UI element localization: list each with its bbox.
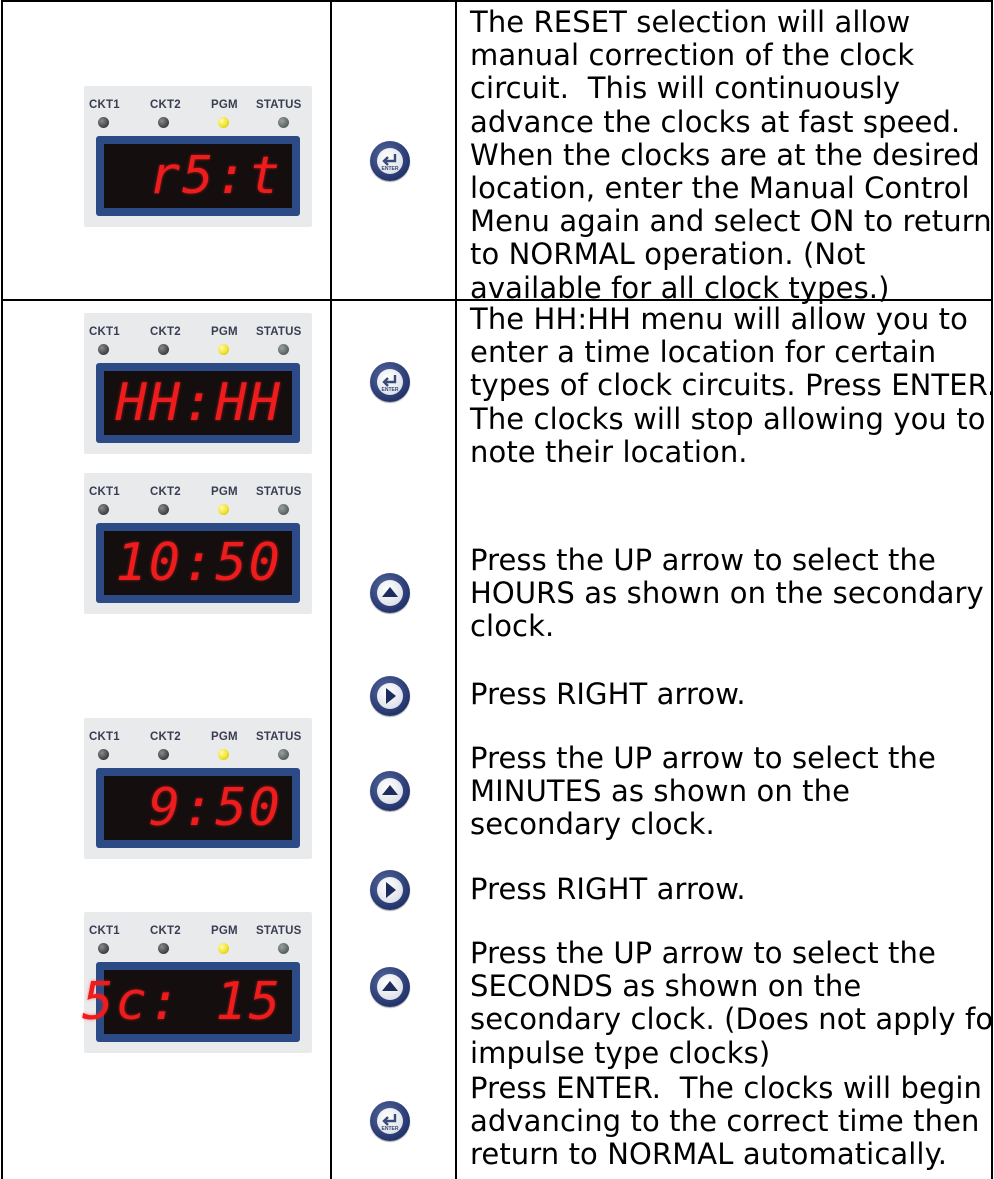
ckt2-led bbox=[158, 749, 169, 760]
pgm-led bbox=[218, 749, 229, 760]
svg-text:ENTER: ENTER bbox=[382, 1126, 399, 1132]
display-frame: 9:50 bbox=[96, 768, 300, 848]
display-screen: 9:50 bbox=[104, 776, 292, 840]
ckt1-led bbox=[98, 344, 109, 355]
step-description: Press the UP arrow to select the SECONDS… bbox=[470, 936, 994, 1070]
ckt2-label: CKT2 bbox=[150, 925, 181, 937]
ckt1-led bbox=[98, 749, 109, 760]
display-frame: 10:50 bbox=[96, 523, 300, 603]
status-led bbox=[278, 749, 289, 760]
table-border-left bbox=[1, 0, 3, 1179]
enter-icon: ENTER bbox=[382, 1114, 399, 1132]
pgm-label: PGM bbox=[211, 326, 238, 338]
pgm-led bbox=[218, 504, 229, 515]
led-display-panel: CKT1 CKT2 PGM STATUS 10:50 bbox=[84, 473, 312, 614]
ckt2-label: CKT2 bbox=[150, 326, 181, 338]
pgm-led bbox=[218, 117, 229, 128]
ckt1-label: CKT1 bbox=[89, 731, 120, 743]
enter-button[interactable]: ENTER bbox=[370, 1101, 410, 1141]
pgm-led bbox=[218, 344, 229, 355]
ckt2-led bbox=[158, 344, 169, 355]
step-description: The RESET selection will allow manual co… bbox=[470, 5, 992, 305]
pgm-label: PGM bbox=[211, 486, 238, 498]
table-divider-1 bbox=[330, 0, 332, 1179]
led-display-panel: CKT1 CKT2 PGM STATUS 5c: 15 bbox=[82, 912, 312, 1053]
up-arrow-icon bbox=[382, 587, 398, 597]
display-frame: r5:t bbox=[96, 136, 300, 216]
enter-icon: ENTER bbox=[382, 375, 399, 393]
status-led bbox=[278, 504, 289, 515]
step-description: Press RIGHT arrow. bbox=[470, 677, 746, 711]
table-border-top bbox=[1, 0, 993, 2]
display-digits: 10:50 bbox=[115, 533, 282, 593]
enter-button[interactable]: ENTER bbox=[370, 362, 410, 402]
display-digits: 5c: 15 bbox=[82, 972, 282, 1032]
display-screen: HH:HH bbox=[104, 371, 292, 435]
up-arrow-icon bbox=[382, 785, 398, 795]
up-button[interactable] bbox=[370, 771, 410, 811]
enter-button[interactable]: ENTER bbox=[370, 141, 410, 181]
led-display-panel: CKT1 CKT2 PGM STATUS HH:HH bbox=[84, 313, 312, 454]
ckt1-label: CKT1 bbox=[89, 326, 120, 338]
display-frame: HH:HH bbox=[96, 363, 300, 443]
up-arrow-icon bbox=[382, 981, 398, 991]
status-label: STATUS bbox=[256, 486, 302, 498]
ckt2-label: CKT2 bbox=[150, 731, 181, 743]
status-label: STATUS bbox=[256, 731, 302, 743]
ckt1-label: CKT1 bbox=[89, 486, 120, 498]
ckt1-label: CKT1 bbox=[89, 99, 120, 111]
status-led bbox=[278, 943, 289, 954]
status-label: STATUS bbox=[256, 326, 302, 338]
display-screen: r5:t bbox=[104, 144, 292, 208]
display-digits: r5:t bbox=[148, 146, 282, 206]
right-button[interactable] bbox=[370, 676, 410, 716]
ckt1-led bbox=[98, 504, 109, 515]
ckt1-led bbox=[98, 117, 109, 128]
pgm-label: PGM bbox=[211, 99, 238, 111]
ckt2-label: CKT2 bbox=[150, 486, 181, 498]
ckt2-led bbox=[158, 943, 169, 954]
enter-icon: ENTER bbox=[382, 154, 399, 172]
table-divider-2 bbox=[455, 0, 457, 1179]
status-led bbox=[278, 344, 289, 355]
step-description: The HH:HH menu will allow you to enter a… bbox=[470, 302, 994, 469]
pgm-led bbox=[218, 943, 229, 954]
ckt2-led bbox=[158, 117, 169, 128]
step-description: Press RIGHT arrow. bbox=[470, 872, 746, 906]
right-arrow-icon bbox=[386, 688, 396, 704]
ckt2-label: CKT2 bbox=[150, 99, 181, 111]
ckt1-label: CKT1 bbox=[89, 925, 120, 937]
right-button[interactable] bbox=[370, 870, 410, 910]
led-display-panel: CKT1 CKT2 PGM STATUS 9:50 bbox=[84, 718, 312, 859]
up-button[interactable] bbox=[370, 967, 410, 1007]
display-digits: 9:50 bbox=[148, 778, 282, 838]
svg-text:ENTER: ENTER bbox=[382, 387, 399, 393]
status-label: STATUS bbox=[256, 925, 302, 937]
display-frame: 5c: 15 bbox=[82, 962, 300, 1042]
step-description: Press the UP arrow to select the HOURS a… bbox=[470, 543, 984, 644]
display-screen: 5c: 15 bbox=[82, 970, 292, 1034]
display-screen: 10:50 bbox=[104, 531, 292, 595]
pgm-label: PGM bbox=[211, 731, 238, 743]
led-display-panel: CKT1 CKT2 PGM STATUS r5:t bbox=[84, 86, 312, 227]
step-description: Press ENTER. The clocks will begin advan… bbox=[470, 1071, 983, 1172]
ckt1-led bbox=[98, 943, 109, 954]
right-arrow-icon bbox=[386, 882, 396, 898]
display-digits: HH:HH bbox=[115, 373, 282, 433]
up-button[interactable] bbox=[370, 573, 410, 613]
status-label: STATUS bbox=[256, 99, 302, 111]
step-description: Press the UP arrow to select the MINUTES… bbox=[470, 741, 936, 842]
instruction-table: CKT1 CKT2 PGM STATUS r5:t ENTER The RESE… bbox=[0, 0, 994, 1179]
pgm-label: PGM bbox=[211, 925, 238, 937]
ckt2-led bbox=[158, 504, 169, 515]
svg-text:ENTER: ENTER bbox=[382, 166, 399, 172]
status-led bbox=[278, 117, 289, 128]
